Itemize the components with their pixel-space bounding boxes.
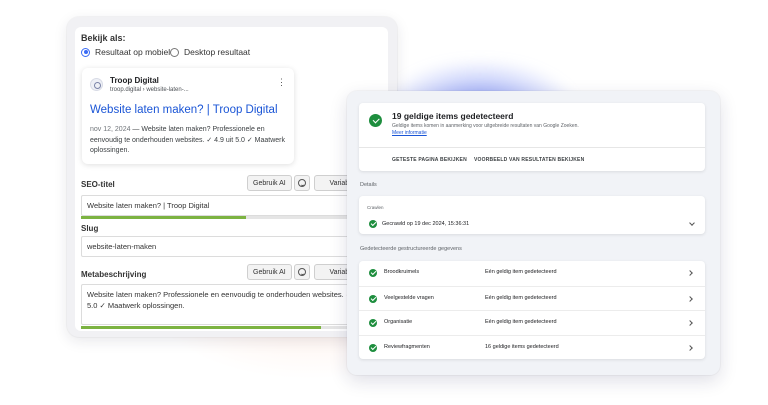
radio-desktop-label: Desktop resultaat — [184, 47, 251, 57]
preview-site-name: Troop Digital — [110, 76, 159, 85]
more-info-link[interactable]: Meer informatie — [392, 130, 427, 136]
structured-data-list: Broodkruimels Eén geldig item gedetectee… — [359, 261, 705, 359]
view-tested-page-button[interactable]: GETESTE PAGINA BEKIJKEN — [392, 157, 467, 163]
preview-site-url: troop.digital › website-laten-... — [110, 87, 189, 93]
row-name: Organisatie — [384, 319, 413, 325]
summary-title: 19 geldige items gedetecteerd — [392, 111, 514, 121]
row-status: Eén geldig item gedetecteerd — [485, 294, 557, 301]
meta-length-fill — [81, 326, 321, 329]
radio-desktop-result[interactable]: Desktop resultaat — [170, 47, 250, 57]
meta-emoji-button[interactable] — [294, 264, 310, 280]
structured-data-row-faq[interactable]: Veelgestelde vragen Eén geldig item gede… — [359, 285, 705, 311]
radio-mobile-result[interactable]: Resultaat op mobiel — [81, 47, 170, 57]
seo-editor-panel: Bekijk als: Resultaat op mobiel Desktop … — [75, 27, 388, 331]
smiley-icon — [298, 179, 306, 187]
valid-check-icon — [369, 269, 377, 277]
seo-title-length-fill — [81, 216, 246, 219]
valid-check-icon — [369, 114, 382, 127]
rich-results-card: 19 geldige items gedetecteerd Geldige it… — [347, 91, 720, 375]
valid-check-icon — [369, 319, 377, 327]
seo-title-input[interactable]: Website laten maken? | Troop Digital — [81, 195, 381, 216]
radio-mobile-label: Resultaat op mobiel — [95, 47, 171, 57]
seo-title-length-bar — [81, 216, 381, 219]
chevron-down-icon[interactable] — [689, 220, 695, 226]
seo-title-label: SEO-titel — [81, 180, 115, 189]
structured-data-row-breadcrumbs[interactable]: Broodkruimels Eén geldig item gedetectee… — [359, 261, 705, 286]
structured-data-row-reviews[interactable]: Reviewfragmenten 16 geldige items gedete… — [359, 334, 705, 360]
row-name: Reviewfragmenten — [384, 343, 430, 350]
meta-ai-button[interactable]: Gebruik AI — [247, 264, 292, 280]
summary-divider — [359, 147, 705, 148]
valid-check-icon — [369, 343, 377, 352]
crawl-info[interactable]: Crawlen Gecrawld op 19 dec 2024, 15:36:3… — [359, 196, 705, 234]
chevron-right-icon[interactable] — [687, 270, 693, 276]
view-as-label: Bekijk als: — [81, 33, 126, 43]
row-status: Eén geldig item gedetecteerd — [485, 319, 557, 325]
smiley-icon — [298, 268, 306, 276]
summary-description: Geldige items komen in aanmerking voor u… — [392, 123, 579, 129]
slug-label: Slug — [81, 224, 99, 233]
meta-description-input[interactable]: Website laten maken? Professionele en ee… — [81, 284, 381, 325]
meta-description-label: Metabeschrijving — [81, 270, 147, 279]
crawl-check-icon — [369, 220, 377, 228]
row-status: Eén geldig item gedetecteerd — [485, 269, 557, 275]
preview-separator: — — [130, 126, 142, 133]
details-label: Details — [360, 182, 377, 188]
structured-data-row-organization[interactable]: Organisatie Eén geldig item gedetecteerd — [359, 310, 705, 335]
crawl-label: Crawlen — [367, 205, 384, 210]
chevron-right-icon[interactable] — [687, 344, 693, 351]
site-favicon-icon — [90, 78, 103, 91]
chevron-right-icon[interactable] — [687, 295, 693, 302]
row-name: Broodkruimels — [384, 269, 420, 275]
preview-description: nov 12, 2024 — Website laten maken? Prof… — [90, 125, 290, 157]
meta-length-bar — [81, 326, 381, 329]
slug-input[interactable]: website-laten-maken — [81, 236, 381, 257]
preview-date: nov 12, 2024 — [90, 126, 131, 133]
search-result-preview: Troop Digital troop.digital › website-la… — [82, 68, 294, 164]
seo-title-ai-button[interactable]: Gebruik AI — [247, 175, 292, 191]
crawl-date: Gecrawld op 19 dec 2024, 15:36:31 — [382, 221, 470, 227]
more-options-icon[interactable]: ⋮ — [277, 78, 286, 87]
chevron-right-icon[interactable] — [687, 320, 693, 326]
structured-data-label: Gedetecteerde gestructureerde gegevens — [360, 246, 462, 252]
preview-title[interactable]: Website laten maken? | Troop Digital — [90, 104, 278, 116]
validation-summary: 19 geldige items gedetecteerd Geldige it… — [359, 103, 705, 171]
row-name: Veelgestelde vragen — [384, 294, 434, 301]
seo-title-emoji-button[interactable] — [294, 175, 310, 191]
preview-results-button[interactable]: VOORBEELD VAN RESULTATEN BEKIJKEN — [474, 157, 584, 163]
valid-check-icon — [369, 294, 377, 303]
radio-desktop-icon[interactable] — [170, 47, 179, 57]
row-status: 16 geldige items gedetecteerd — [485, 343, 559, 350]
radio-mobile-icon[interactable] — [81, 47, 90, 57]
